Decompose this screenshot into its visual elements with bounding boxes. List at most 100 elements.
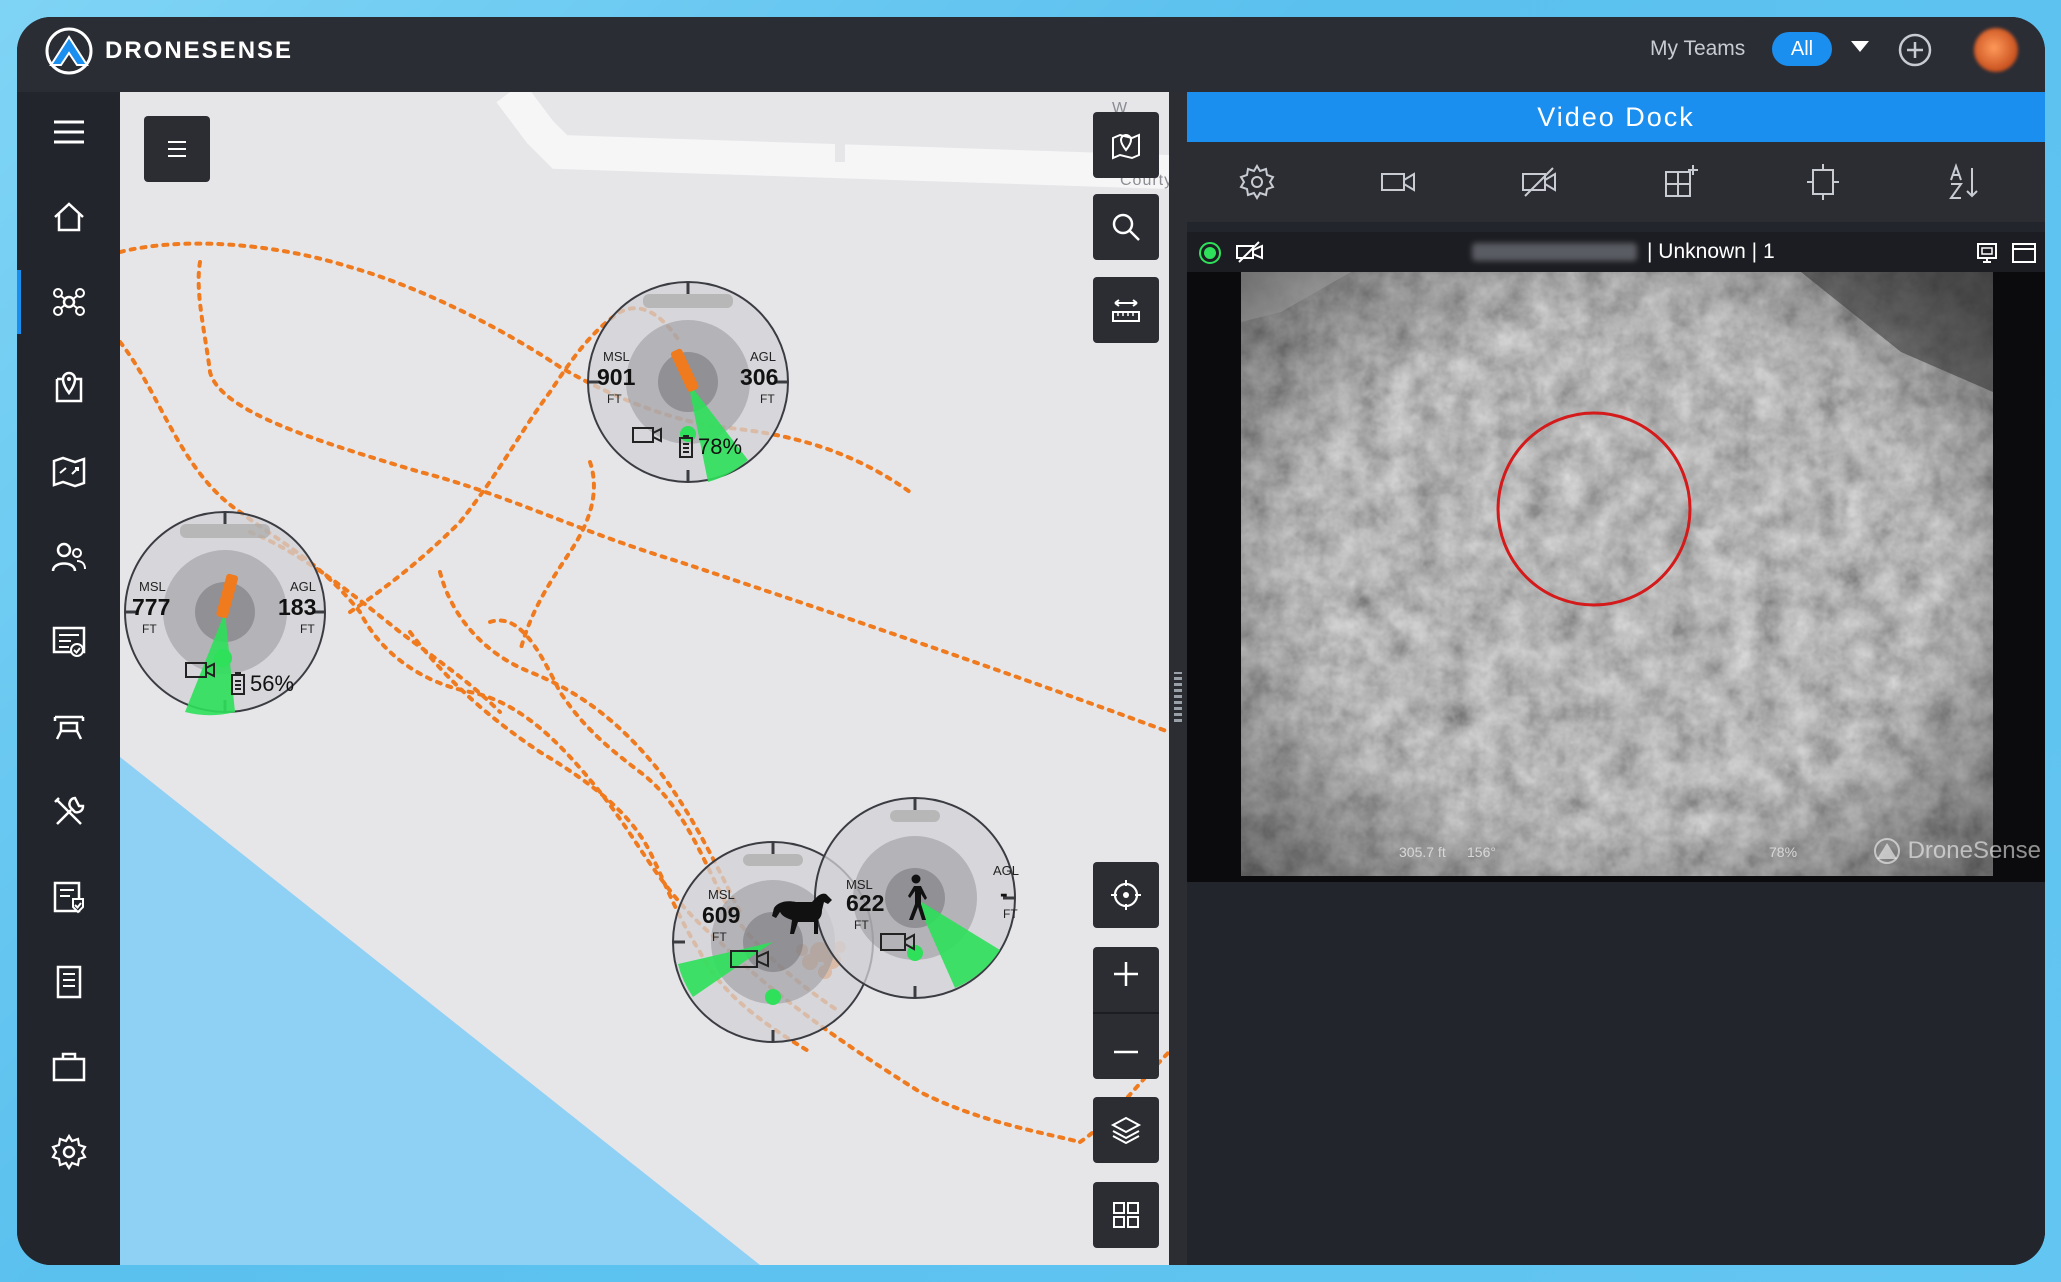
- video-feed[interactable]: 305.7 ft 156° 78% DroneSense: [1187, 272, 2045, 882]
- drone-1-agl-value: 183: [278, 594, 317, 620]
- sidebar-item-settings[interactable]: [17, 1112, 120, 1192]
- settings-icon[interactable]: [1237, 162, 1277, 202]
- dronesense-logo-icon: [45, 27, 93, 75]
- camera-off-icon[interactable]: [1235, 240, 1265, 264]
- watermark: DroneSense: [1872, 836, 2041, 866]
- drone-2-msl-label: MSL: [603, 349, 630, 364]
- maximize-icon[interactable]: [2011, 242, 2037, 264]
- sidebar-item-operations[interactable]: [17, 262, 120, 342]
- brand[interactable]: DRONESENSE: [43, 25, 293, 77]
- camera-icon[interactable]: [1378, 162, 1418, 202]
- measure-button[interactable]: [1093, 277, 1159, 343]
- sidebar-item-maintenance[interactable]: [17, 772, 120, 852]
- sidebar-item-users[interactable]: [17, 517, 120, 597]
- list-icon: [168, 141, 186, 157]
- checklist-icon: [53, 881, 84, 914]
- home-icon: [53, 202, 84, 232]
- drone-2-msl-unit: FT: [607, 392, 622, 406]
- drone-ops-icon: [52, 288, 85, 316]
- list-button[interactable]: [144, 116, 210, 182]
- video-feed-title: | Unknown | 1: [1472, 240, 1775, 264]
- sidebar-item-reports[interactable]: [17, 602, 120, 682]
- drone-4-agl-label: AGL: [993, 863, 1020, 878]
- layers-icon: [1110, 1116, 1142, 1145]
- drone-name-redacted: [743, 854, 803, 866]
- camera-icon: [730, 947, 770, 971]
- brand-name: DRONESENSE: [105, 37, 294, 64]
- video-feed-header: | Unknown | 1: [1187, 232, 2045, 272]
- map-marker-button[interactable]: [1093, 112, 1159, 178]
- watermark-text: DroneSense: [1907, 837, 2041, 864]
- video-dock-empty-area: [1187, 882, 2045, 1265]
- popout-icon[interactable]: [1975, 242, 1999, 264]
- drone-1-msl-label: MSL: [139, 579, 166, 594]
- drone-name-redacted: [180, 524, 270, 538]
- teams-filter-pill[interactable]: All: [1772, 32, 1832, 66]
- overlay-distance: 305.7 ft: [1399, 844, 1446, 860]
- thermal-video-frame: 305.7 ft 156° 78%: [1241, 272, 1993, 876]
- sidebar-item-home[interactable]: [17, 177, 120, 257]
- grid-button[interactable]: [1093, 1182, 1159, 1248]
- sidebar-item-documents[interactable]: [17, 942, 120, 1022]
- drone-1-battery: 56%: [250, 671, 295, 696]
- drone-4-msl-unit: FT: [854, 918, 869, 932]
- video-feed-title-text: | Unknown | 1: [1647, 240, 1775, 263]
- zoom-out-icon[interactable]: [1109, 1035, 1143, 1069]
- briefcase-icon: [52, 1052, 85, 1082]
- overlay-battery: 78%: [1769, 844, 1798, 860]
- drone-2-agl-label: AGL: [750, 349, 777, 364]
- chevron-down-icon[interactable]: [1851, 41, 1869, 52]
- plus-circle-icon[interactable]: [1897, 32, 1933, 68]
- map-view[interactable]: MSL 777 FT AGL 183 FT 56% MSL 901 FT AGL…: [120, 92, 1169, 1265]
- dronesense-logo-icon: [1873, 838, 1900, 864]
- drone-2-battery: 78%: [698, 434, 743, 459]
- mission-map-icon: [52, 456, 85, 488]
- avatar[interactable]: [1974, 28, 2018, 72]
- drone-name-redacted: [890, 810, 940, 822]
- sidebar: [17, 92, 120, 1265]
- drone-1-agl-label: AGL: [290, 579, 317, 594]
- tools-icon: [53, 796, 84, 825]
- document-icon: [56, 965, 81, 999]
- drone-1-agl-unit: FT: [300, 622, 315, 636]
- locate-button[interactable]: [1093, 862, 1159, 928]
- menu-button[interactable]: [17, 92, 120, 172]
- drone-4-agl-value: -: [1000, 880, 1008, 906]
- camera-icon: [632, 425, 662, 445]
- sidebar-item-missions[interactable]: [17, 432, 120, 512]
- teams-label: My Teams: [1650, 37, 1746, 60]
- sidebar-item-locations[interactable]: [17, 347, 120, 427]
- users-icon: [51, 542, 86, 572]
- camera-off-icon[interactable]: [1519, 162, 1559, 202]
- fit-icon[interactable]: [1803, 162, 1843, 202]
- sidebar-item-inventory[interactable]: [17, 1027, 120, 1107]
- drag-handle-icon[interactable]: [1174, 672, 1182, 722]
- drone-3-msl-value: 609: [702, 902, 741, 928]
- drone-2-agl-value: 306: [740, 364, 779, 390]
- zoom-in-icon[interactable]: [1109, 957, 1143, 991]
- settings-icon: [50, 1133, 87, 1171]
- drone-position-dot: [765, 989, 781, 1005]
- measure-icon: [1112, 299, 1140, 322]
- sort-az-icon[interactable]: [1945, 162, 1985, 202]
- drone-1-msl-unit: FT: [142, 622, 157, 636]
- top-bar: DRONESENSE My Teams All: [17, 17, 2045, 92]
- drone-2-msl-value: 901: [597, 364, 636, 390]
- drone-4-msl-value: 622: [846, 890, 885, 916]
- battery-icon: [678, 435, 694, 459]
- pane-splitter[interactable]: [1169, 92, 1187, 1265]
- video-dock: Video Dock | Unknown | 1 305.7 ft 156° 7…: [1187, 92, 2045, 1265]
- search-icon: [1112, 213, 1140, 241]
- sidebar-item-aircraft[interactable]: [17, 687, 120, 767]
- sidebar-item-checklists[interactable]: [17, 857, 120, 937]
- zoom-control: [1093, 947, 1159, 1079]
- drone-name-redacted: [643, 294, 733, 308]
- video-dock-toolbar: [1187, 142, 2045, 222]
- crosshair-icon: [1111, 880, 1141, 910]
- search-button[interactable]: [1093, 194, 1159, 260]
- thermal-image: [1241, 272, 1993, 876]
- layers-button[interactable]: [1093, 1097, 1159, 1163]
- overlay-heading: 156°: [1467, 844, 1496, 860]
- add-layout-icon[interactable]: [1661, 162, 1701, 202]
- horse-icon: [768, 888, 838, 938]
